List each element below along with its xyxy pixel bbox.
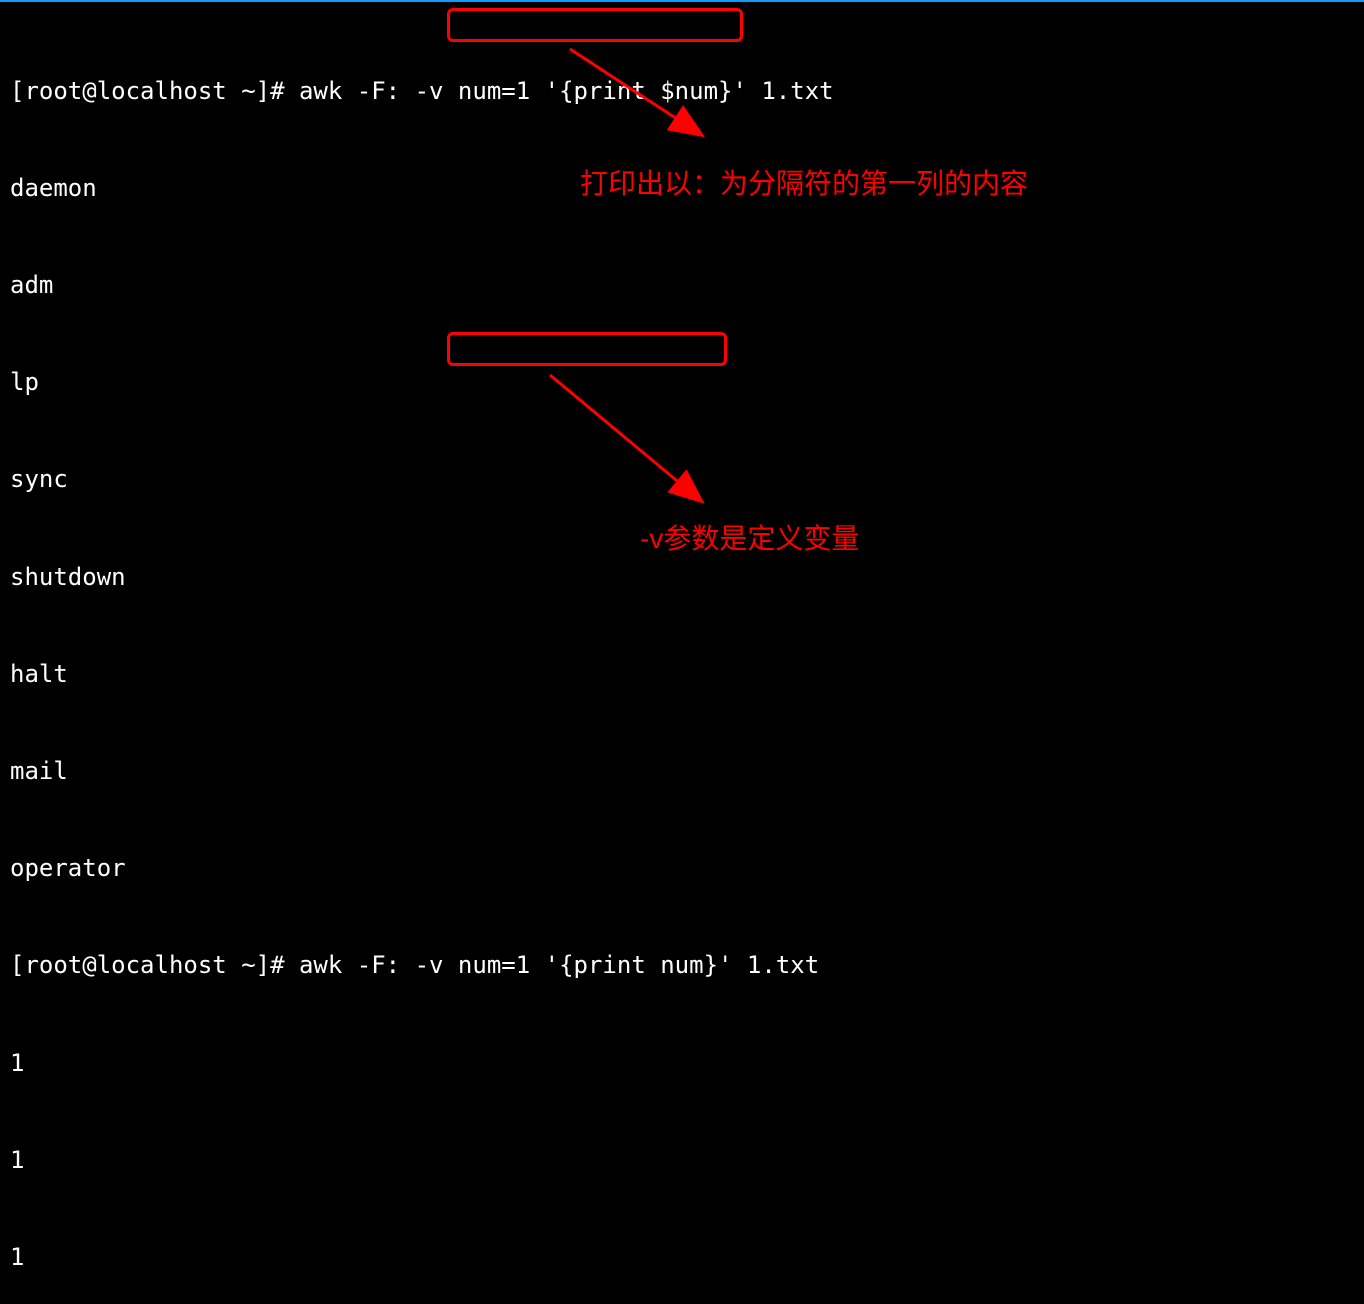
output-line: 1 [10, 1144, 1354, 1176]
command-line-2[interactable]: [root@localhost ~]# awk -F: -v num=1 '{p… [10, 949, 1354, 981]
output-line: adm [10, 269, 1354, 301]
output-line: mail [10, 755, 1354, 787]
output-line: lp [10, 366, 1354, 398]
output-line: 1 [10, 1241, 1354, 1273]
output-line: sync [10, 463, 1354, 495]
highlight-box-2 [447, 332, 727, 366]
annotation-text-2: -v参数是定义变量 [640, 517, 859, 557]
output-line: 1 [10, 1047, 1354, 1079]
command-line-1[interactable]: [root@localhost ~]# awk -F: -v num=1 '{p… [10, 75, 1354, 107]
output-line: shutdown [10, 561, 1354, 593]
output-line: halt [10, 658, 1354, 690]
annotation-text-1: 打印出以：为分隔符的第一列的内容 [580, 162, 1028, 202]
highlight-box-1 [447, 8, 743, 42]
output-line: operator [10, 852, 1354, 884]
